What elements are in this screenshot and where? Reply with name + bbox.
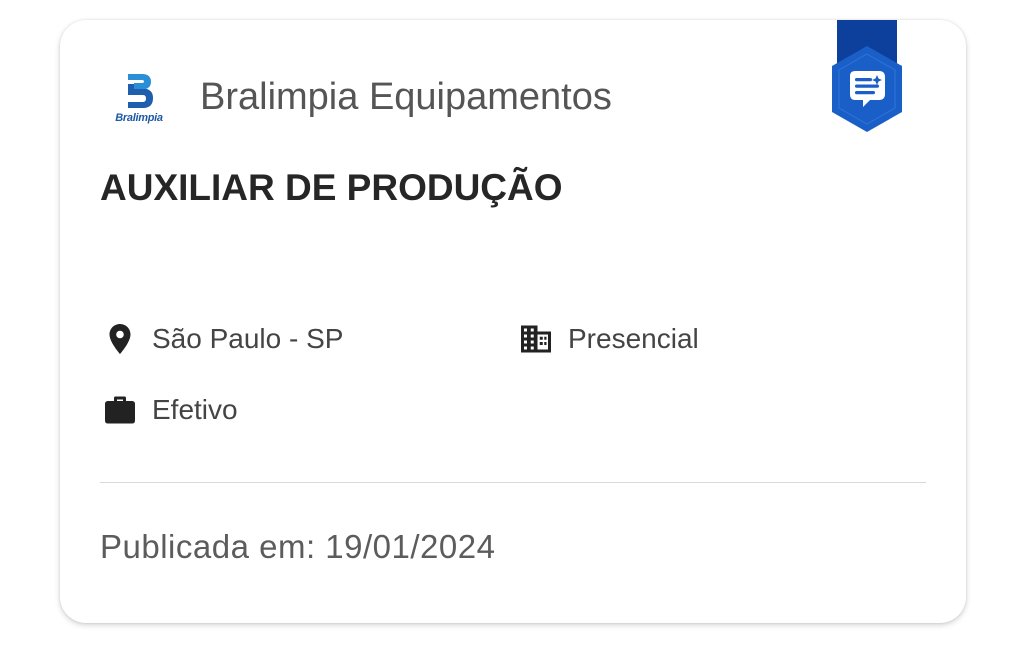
location-pin-icon [109, 324, 131, 354]
location-text: São Paulo - SP [152, 323, 344, 354]
published-date: Publicada em: 19/01/2024 [100, 528, 496, 565]
building-icon [521, 325, 551, 353]
company-name[interactable]: Bralimpia Equipamentos [200, 76, 612, 119]
job-contract-type: Efetivo [102, 392, 238, 428]
job-location: São Paulo - SP [102, 321, 343, 357]
briefcase-icon [105, 396, 135, 424]
job-card[interactable]: Bralimpia Bralimpia Equipamentos AUXILIA… [60, 20, 966, 623]
company-logo: Bralimpia [106, 72, 172, 132]
logo-wordmark: Bralimpia [115, 112, 163, 124]
bralimpia-logo-icon [128, 74, 153, 108]
divider [100, 482, 926, 483]
job-work-mode: Presencial [518, 321, 699, 357]
chat-sparkle-icon[interactable] [830, 20, 904, 136]
work-mode-text: Presencial [568, 323, 699, 354]
contract-type-text: Efetivo [152, 394, 238, 425]
job-title[interactable]: AUXILIAR DE PRODUÇÃO [100, 167, 563, 209]
